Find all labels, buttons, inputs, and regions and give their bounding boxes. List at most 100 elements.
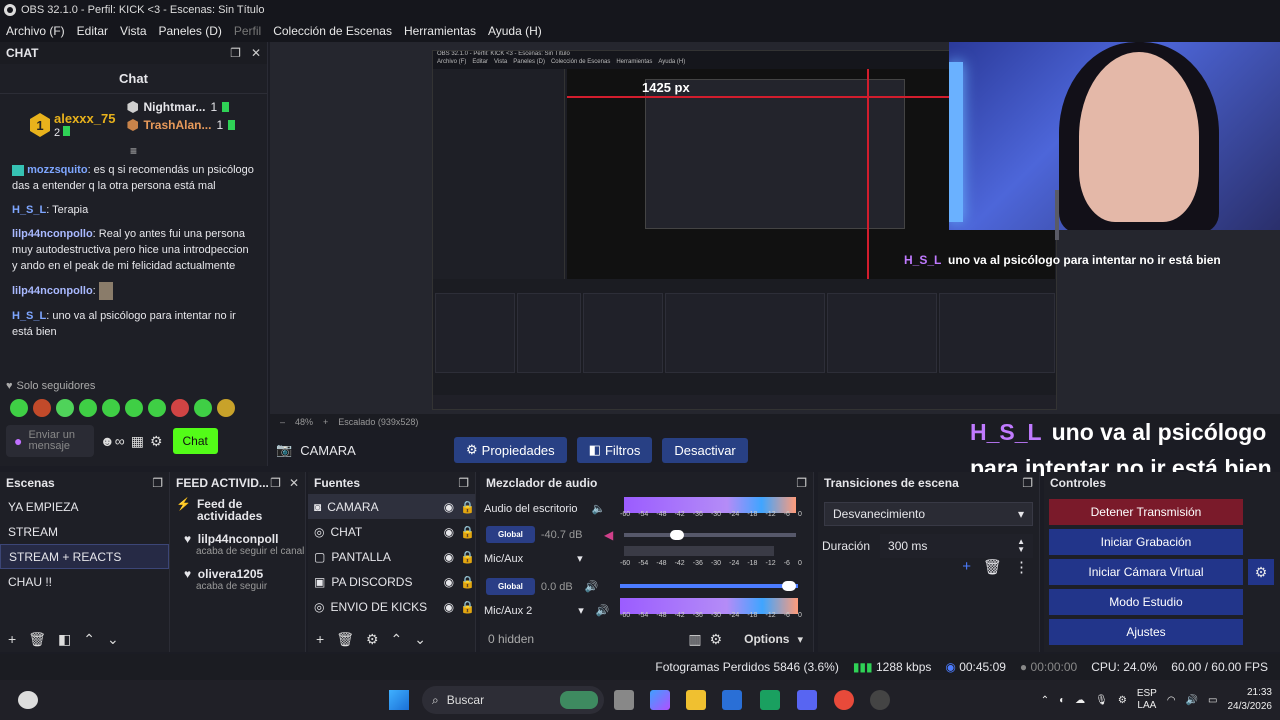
preview-scrollbar[interactable] [1055,190,1059,240]
emote-icon[interactable] [10,399,28,417]
clock[interactable]: 21:33 24/3/2026 [1228,686,1273,714]
volume-fader[interactable] [620,584,798,588]
chat-username[interactable]: H_S_L [12,204,46,216]
add-icon[interactable]: + [8,631,16,647]
lock-icon[interactable]: 🔒 [460,575,475,589]
emote-icon[interactable] [56,399,74,417]
emote-icon[interactable] [79,399,97,417]
cloud-icon[interactable]: ☁ [1075,695,1085,706]
word-icon[interactable] [722,690,742,710]
emote-icon[interactable] [194,399,212,417]
add-icon[interactable]: + [316,631,324,647]
options-button[interactable]: Options [744,632,789,646]
chevron-down-icon[interactable]: ▾ [578,604,584,617]
up-icon[interactable]: ⌃ [391,631,403,648]
scene-item[interactable]: CHAU !! [0,569,169,594]
emote-icon[interactable] [102,399,120,417]
trash-icon[interactable]: 🗑 [28,631,46,648]
file-explorer-icon[interactable] [686,690,706,710]
wifi-icon[interactable]: ◠ [1167,695,1176,706]
volume-icon[interactable]: 🔊 [1186,695,1198,706]
float-icon[interactable]: ❐ [1022,476,1033,490]
speaker-icon[interactable]: 🔊 [585,580,599,593]
virtual-camera-button[interactable]: Iniciar Cámara Virtual [1049,559,1243,585]
emote-icon[interactable] [33,399,51,417]
fader-knob[interactable] [670,530,684,540]
source-item[interactable]: ▣ PA DISCORDS ◉ 🔒 [308,569,475,594]
chrome-icon[interactable] [834,690,854,710]
deactivate-button[interactable]: Desactivar [662,437,748,463]
chat-username[interactable]: lilp44nconpollo [12,228,93,240]
lock-icon[interactable]: 🔒 [460,550,475,564]
emote-icon[interactable] [125,399,143,417]
menu-coleccion[interactable]: Colección de Escenas [267,24,398,38]
send-chat-button[interactable]: Chat [172,428,218,454]
stop-stream-button[interactable]: Detener Transmisión [1049,499,1243,525]
obs-taskbar-icon[interactable] [870,690,890,710]
global-button[interactable]: Global [486,526,535,543]
eye-icon[interactable]: ◉ [444,600,454,614]
float-icon[interactable]: ❐ [458,476,469,490]
weather-icon[interactable] [18,691,38,709]
gear-icon[interactable]: ⚙ [150,433,163,450]
more-icon[interactable]: ⋮ [1014,558,1029,576]
menu-vista[interactable]: Vista [114,24,152,38]
menu-ayuda[interactable]: Ayuda (H) [482,24,548,38]
gear-icon[interactable]: ⚙ [710,631,723,648]
filters-button[interactable]: ◧ Filtros [576,437,653,463]
scene-item[interactable]: STREAM [0,519,169,544]
zoom-in-button[interactable]: + [323,417,328,427]
eye-icon[interactable]: ◉ [444,575,454,589]
chevron-down-icon[interactable]: ▾ [577,552,583,565]
copilot-icon[interactable] [650,690,670,710]
eye-icon[interactable]: ◉ [444,550,454,564]
layout-icon[interactable]: ▥ [688,631,701,648]
down-icon[interactable]: ⌄ [107,631,119,648]
trash-icon[interactable]: 🗑 [336,631,354,648]
microphone-icon[interactable]: 🎙 [1095,695,1108,706]
lock-icon[interactable]: 🔒 [460,525,475,539]
chat-username[interactable]: lilp44nconpollo [12,285,93,297]
float-icon[interactable]: ❐ [796,476,807,490]
source-item[interactable]: ◎ ENVIO DE KICKS ◉ 🔒 [308,594,475,619]
vcam-gear-icon[interactable]: ⚙ [1248,559,1274,585]
windows-start-icon[interactable] [389,690,409,710]
float-icon[interactable]: ❐ [230,46,241,60]
speaker-icon[interactable]: 🔈 [592,502,606,515]
zoom-out-button[interactable]: – [280,417,285,427]
emote-icon[interactable] [217,399,235,417]
discord-icon[interactable] [797,690,817,710]
float-icon[interactable]: ❐ [270,476,281,490]
float-icon[interactable]: ❐ [152,476,163,490]
store-icon[interactable]: ▦ [131,433,144,450]
close-icon[interactable]: ✕ [289,476,299,490]
volume-fader[interactable] [624,533,796,537]
close-icon[interactable]: ✕ [251,46,261,60]
chat-input[interactable]: ● Enviar un mensaje [6,425,94,457]
taskbar-search[interactable]: ⌕ Buscar [422,686,604,714]
settings-tray-icon[interactable]: ⚙ [1118,695,1127,706]
fader-knob[interactable] [782,581,796,591]
up-icon[interactable]: ⌃ [83,631,95,648]
menu-archivo[interactable]: Archivo (F) [0,24,71,38]
scene-item[interactable]: STREAM + REACTS [0,544,169,569]
chevron-up-icon[interactable]: ⌃ [1041,695,1049,706]
gear-icon[interactable]: ⚙ [366,631,379,648]
emote-picker-icon[interactable]: ☻∞ [100,433,125,449]
eye-icon[interactable]: ◉ [444,500,454,514]
scene-item[interactable]: YA EMPIEZA [0,494,169,519]
source-item[interactable]: ▢ PANTALLA ◉ 🔒 [308,544,475,569]
lock-icon[interactable]: 🔒 [460,500,475,514]
start-recording-button[interactable]: Iniciar Grabación [1049,529,1243,555]
chat-username[interactable]: H_S_L [12,310,46,322]
eye-icon[interactable]: ◉ [444,525,454,539]
muted-icon[interactable]: ◀ [604,528,613,542]
battery-icon[interactable]: ▭ [1208,695,1217,706]
spin-icon[interactable]: ▲ ▼ [1017,538,1025,554]
properties-button[interactable]: ⚙ Propiedades [454,437,567,463]
preview-area[interactable]: OBS 32.1.0 - Perfil: KICK <3 - Escenas: … [270,42,1280,414]
add-icon[interactable]: + [962,558,971,576]
menu-editar[interactable]: Editar [71,24,114,38]
menu-herramientas[interactable]: Herramientas [398,24,482,38]
chat-username[interactable]: mozzsquito [27,164,88,176]
